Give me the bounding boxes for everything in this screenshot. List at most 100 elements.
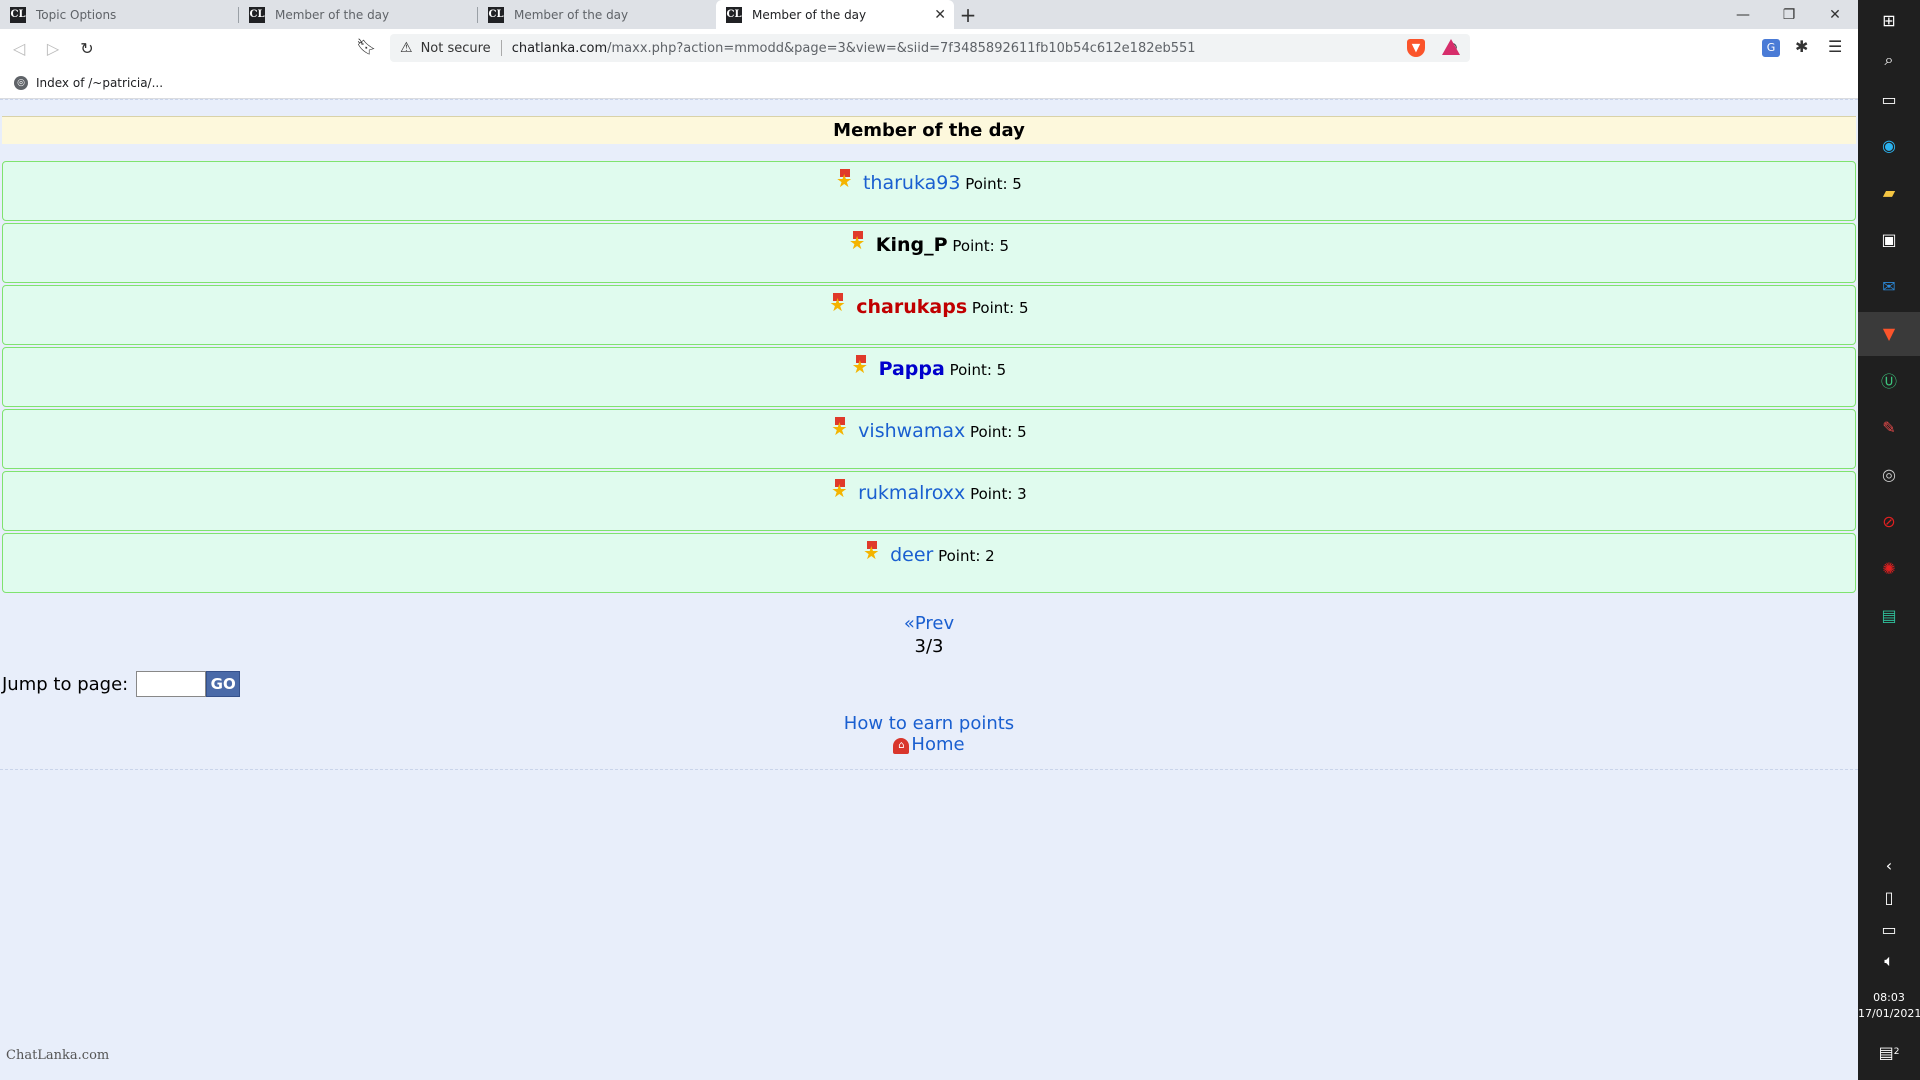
minimize-icon[interactable]: — bbox=[1720, 0, 1766, 29]
tab-title: Member of the day bbox=[275, 7, 390, 22]
mail-icon[interactable]: ✉ bbox=[1879, 276, 1899, 296]
chatlanka-logo: ChatLanka.com bbox=[6, 1042, 110, 1064]
brave-rewards-icon[interactable] bbox=[1442, 39, 1460, 55]
clock-date: 17/01/2021 bbox=[1858, 1007, 1920, 1020]
page-indicator: 3/3 bbox=[914, 636, 944, 657]
url-text[interactable]: chatlanka.com/maxx.php?action=mmodd&page… bbox=[512, 41, 1196, 56]
file-explorer-icon[interactable]: ▰ bbox=[1879, 182, 1899, 202]
tab-member-of-day-1[interactable]: CL Member of the day bbox=[239, 0, 477, 29]
new-tab-button[interactable]: + bbox=[954, 0, 982, 29]
system-clock[interactable]: 08:03 17/01/2021 bbox=[1858, 990, 1920, 1022]
windows-start-icon[interactable]: ⊞ bbox=[1879, 10, 1899, 30]
search-icon[interactable]: ⌕ bbox=[1879, 50, 1899, 70]
member-list: ★ tharuka93 Point: 5 ★ King_P Point: 5 ★… bbox=[0, 161, 1858, 593]
home-link[interactable]: ⌂ Home bbox=[0, 734, 1858, 755]
jump-to-page-form: Jump to page: GO bbox=[2, 671, 1858, 697]
chevron-left-icon[interactable]: ‹ bbox=[1879, 855, 1899, 875]
app-teal-icon[interactable]: ▤ bbox=[1879, 605, 1899, 625]
member-points: Point: 5 bbox=[965, 175, 1022, 193]
brave-shields-icon[interactable]: ▼ bbox=[1407, 39, 1425, 57]
list-item: ★ tharuka93 Point: 5 bbox=[2, 161, 1856, 221]
bookmark-label: Index of /~patricia/... bbox=[36, 75, 164, 90]
extensions-puzzle-icon[interactable]: ✱ bbox=[1795, 37, 1808, 56]
app-red-icon[interactable]: ⊘ bbox=[1879, 511, 1899, 531]
chatlanka-favicon-icon: CL bbox=[249, 6, 265, 23]
menu-icon[interactable]: ☰ bbox=[1828, 37, 1842, 56]
upwork-icon[interactable]: Ⓤ bbox=[1879, 370, 1899, 391]
bookmark-icon[interactable]: 🔖︎ bbox=[356, 37, 376, 56]
page-title: Member of the day bbox=[2, 116, 1856, 144]
back-icon[interactable]: ◁ bbox=[4, 33, 34, 63]
task-view-icon[interactable]: ▭ bbox=[1879, 89, 1899, 109]
tab-strip: CL Topic Options CL Member of the day CL… bbox=[0, 0, 1858, 29]
reload-icon[interactable]: ↻ bbox=[72, 33, 102, 63]
page-content: Member of the day ★ tharuka93 Point: 5 ★… bbox=[0, 99, 1858, 770]
app-red-gear-icon[interactable]: ✺ bbox=[1879, 558, 1899, 578]
paint-icon[interactable]: ✎ bbox=[1879, 417, 1899, 437]
url-path: /maxx.php?action=mmodd&page=3&view=&siid… bbox=[607, 40, 1196, 56]
notification-count: 2 bbox=[1893, 1047, 1900, 1057]
list-item: ★ charukaps Point: 5 bbox=[2, 285, 1856, 345]
security-label[interactable]: Not secure bbox=[421, 41, 491, 56]
chatlanka-favicon-icon: CL bbox=[488, 6, 504, 23]
store-icon[interactable]: ▣ bbox=[1879, 229, 1899, 249]
usb-icon[interactable]: ▯ bbox=[1879, 887, 1899, 907]
member-points: Point: 2 bbox=[938, 547, 995, 565]
list-item: ★ Pappa Point: 5 bbox=[2, 347, 1856, 407]
member-name-link[interactable]: deer bbox=[890, 544, 933, 566]
home-icon: ⌂ bbox=[893, 738, 910, 754]
member-name-link[interactable]: vishwamax bbox=[858, 420, 965, 442]
go-button[interactable]: GO bbox=[206, 671, 241, 697]
bookmarks-bar: ◎ Index of /~patricia/... bbox=[0, 67, 1858, 99]
logo-text: ChatLanka.com bbox=[6, 1048, 110, 1063]
divider bbox=[0, 99, 1858, 116]
tab-title: Member of the day bbox=[752, 7, 867, 22]
chatlanka-favicon-icon: CL bbox=[10, 6, 26, 23]
tab-topic-options[interactable]: CL Topic Options bbox=[0, 0, 238, 29]
member-name-link[interactable]: rukmalroxx bbox=[858, 482, 965, 504]
medal-icon: ★ bbox=[863, 541, 880, 564]
member-name-link[interactable]: charukaps bbox=[856, 296, 967, 318]
forward-icon[interactable]: ▷ bbox=[38, 33, 68, 63]
member-points: Point: 5 bbox=[952, 237, 1009, 255]
omnibox-divider bbox=[500, 40, 502, 56]
translate-extension-icon[interactable]: G bbox=[1762, 39, 1780, 57]
browser-window: CL Topic Options CL Member of the day CL… bbox=[0, 0, 1858, 1080]
divider bbox=[0, 769, 1858, 770]
footer-links: How to earn points ⌂ Home bbox=[0, 713, 1858, 755]
member-name-link[interactable]: Pappa bbox=[879, 358, 945, 380]
volume-icon[interactable]: 🔈︎ bbox=[1879, 951, 1899, 971]
member-points: Point: 5 bbox=[971, 299, 1029, 317]
medal-icon: ★ bbox=[849, 231, 866, 254]
tab-title: Topic Options bbox=[36, 7, 117, 22]
medal-icon: ★ bbox=[851, 355, 868, 378]
address-bar[interactable]: ⚠ Not secure chatlanka.com/maxx.php?acti… bbox=[390, 34, 1470, 62]
brave-taskbar-icon[interactable]: ▼ bbox=[1879, 323, 1899, 343]
notification-icon[interactable]: ▤ 2 bbox=[1879, 1042, 1900, 1062]
tab-member-of-day-active[interactable]: CL Member of the day ✕ bbox=[716, 0, 954, 29]
tab-member-of-day-2[interactable]: CL Member of the day bbox=[478, 0, 716, 29]
warning-triangle-icon[interactable]: ⚠ bbox=[400, 40, 413, 56]
prev-page-link[interactable]: «Prev bbox=[904, 613, 954, 634]
restore-icon[interactable]: ❐ bbox=[1766, 0, 1812, 29]
page-number-input[interactable] bbox=[136, 671, 207, 697]
edge-icon[interactable]: ◉ bbox=[1879, 135, 1899, 155]
close-window-icon[interactable]: ✕ bbox=[1812, 0, 1858, 29]
list-item: ★ King_P Point: 5 bbox=[2, 223, 1856, 283]
medal-icon: ★ bbox=[836, 169, 853, 192]
url-host: chatlanka.com bbox=[511, 40, 608, 56]
medal-icon: ★ bbox=[831, 479, 848, 502]
tab-close-icon[interactable]: ✕ bbox=[934, 7, 946, 23]
bookmark-index-patricia[interactable]: ◎ Index of /~patricia/... bbox=[14, 75, 164, 90]
member-name-link[interactable]: King_P bbox=[876, 234, 948, 256]
member-name-link[interactable]: tharuka93 bbox=[863, 172, 960, 194]
home-label: Home bbox=[911, 734, 965, 755]
member-points: Point: 3 bbox=[970, 485, 1027, 503]
obs-icon[interactable]: ◎ bbox=[1879, 464, 1899, 484]
member-points: Point: 5 bbox=[949, 361, 1007, 379]
network-icon[interactable]: ▭ bbox=[1879, 919, 1899, 939]
tab-title: Member of the day bbox=[514, 7, 629, 22]
medal-icon: ★ bbox=[831, 417, 848, 440]
how-to-earn-points-link[interactable]: How to earn points bbox=[0, 713, 1858, 734]
windows-taskbar: ⊞ ⌕ ▭ ◉ ▰ ▣ ✉ ▼ Ⓤ ✎ ◎ ⊘ ✺ ▤ ‹ ▯ ▭ 🔈︎ 08:… bbox=[1858, 0, 1920, 1080]
